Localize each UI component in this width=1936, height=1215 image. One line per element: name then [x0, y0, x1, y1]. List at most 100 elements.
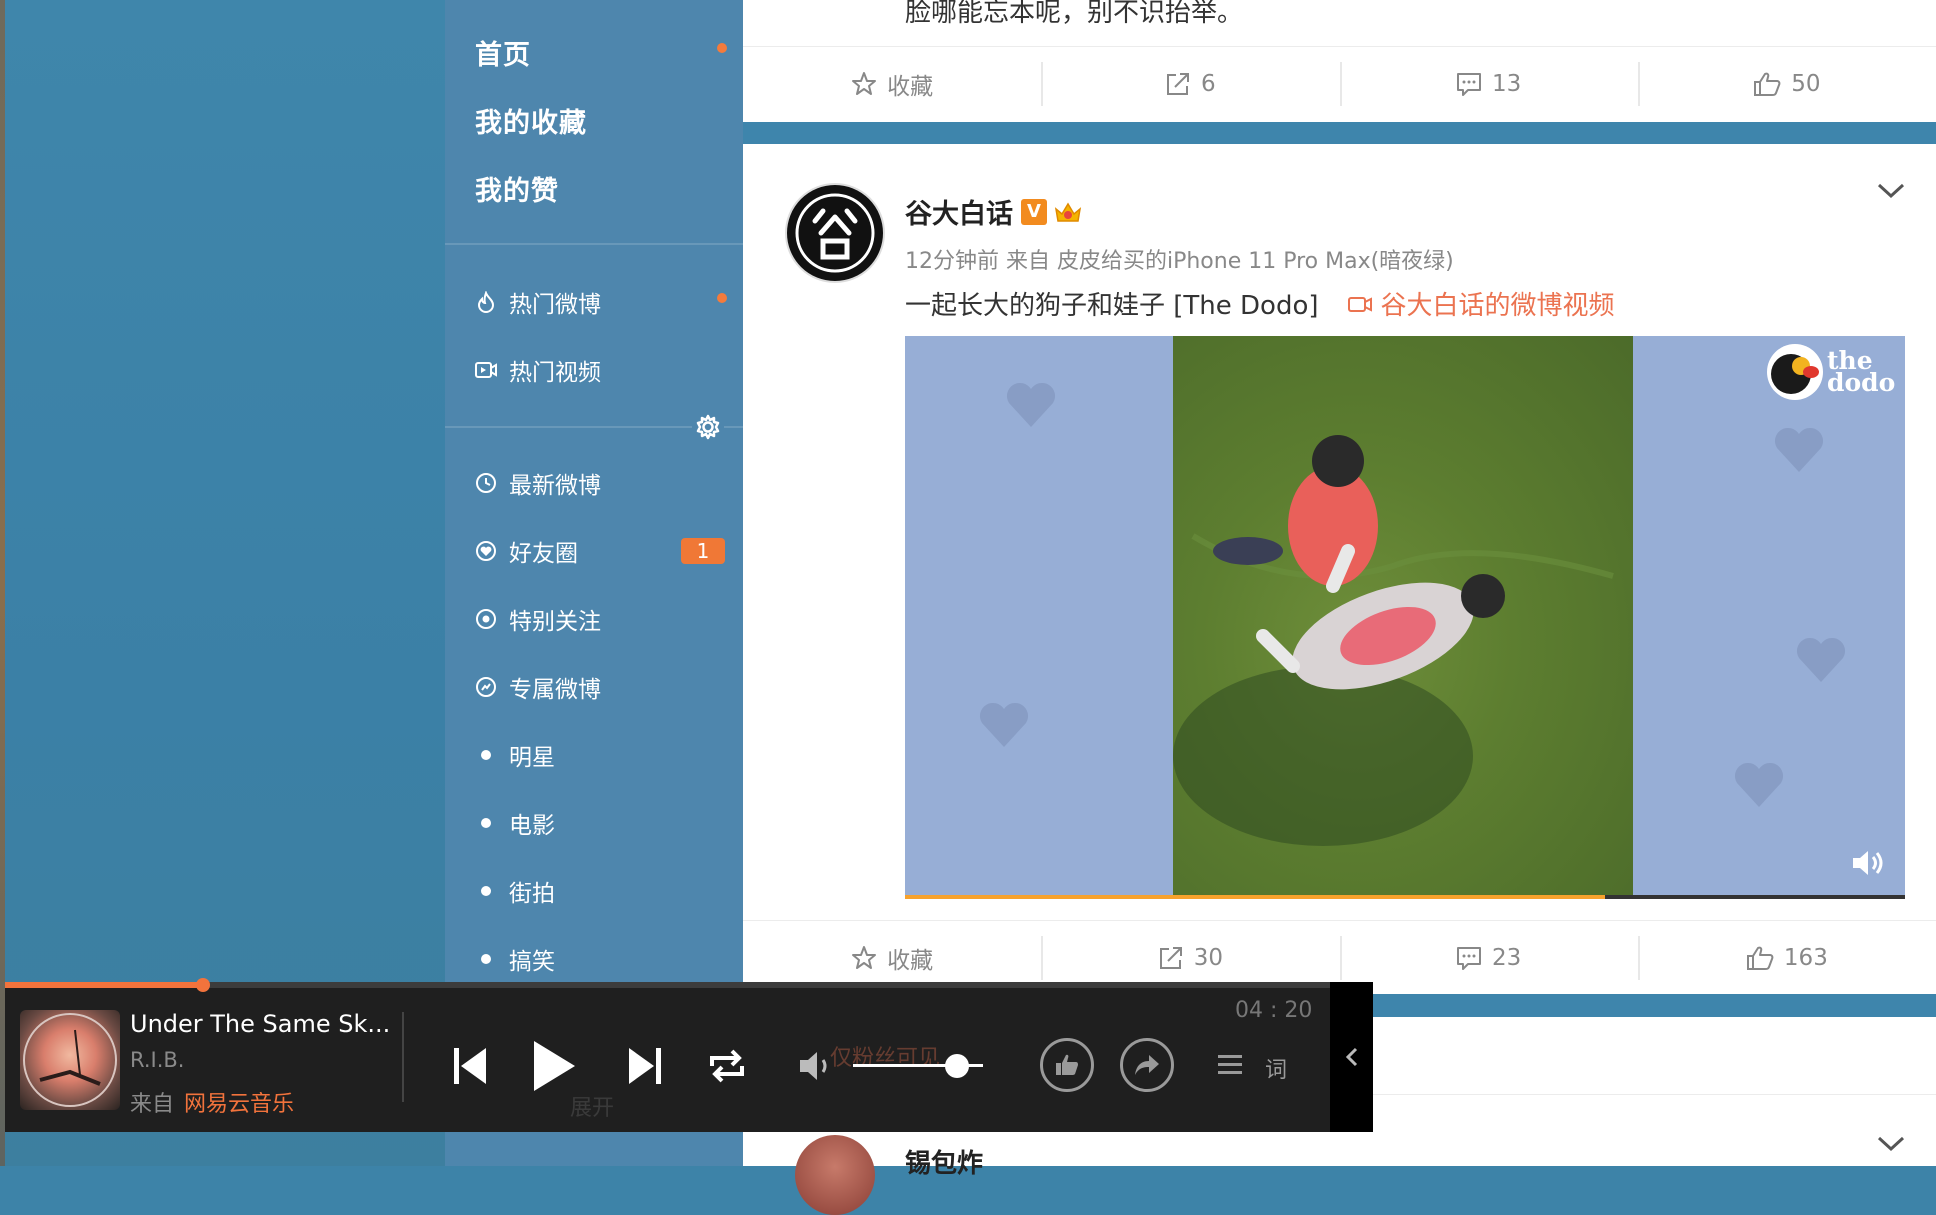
favorite-button[interactable]: 收藏 [743, 46, 1041, 122]
author-name[interactable]: 谷大白话 [905, 192, 1013, 231]
song-progress-knob[interactable] [196, 978, 211, 992]
eye-circle-icon [475, 608, 497, 630]
post-text: 脸哪能忘本呢，别不识抬举。 [905, 0, 1244, 28]
sidebar-item-home[interactable]: 首页 [475, 32, 531, 72]
fans-only-ghost: 仅粉丝可见 [830, 1046, 941, 1071]
post-text: 一起长大的狗子和娃子 [The Dodo] [905, 291, 1319, 321]
sidebar-item-movies[interactable]: 电影 [475, 803, 555, 843]
sidebar-item-label: 热门微博 [509, 292, 601, 318]
previous-icon [454, 1048, 486, 1084]
chevron-down-icon[interactable] [1876, 1135, 1906, 1153]
notification-dot [717, 43, 727, 53]
lyrics-button[interactable]: 词 [1265, 1052, 1287, 1084]
star-icon [852, 946, 877, 969]
play-button[interactable] [530, 1038, 578, 1094]
repost-count: 30 [1193, 945, 1224, 971]
sidebar-item-street[interactable]: 街拍 [475, 871, 555, 911]
sidebar-item-label: 我的赞 [475, 175, 559, 207]
sidebar-item-likes[interactable]: 我的赞 [475, 168, 559, 208]
notification-dot [717, 293, 727, 303]
like-count: 163 [1783, 945, 1828, 971]
post-card: 脸哪能忘本呢，别不识抬举。 收藏 6 13 50 [743, 0, 1936, 122]
album-cover [20, 1010, 120, 1110]
like-count: 50 [1791, 71, 1821, 97]
repost-button[interactable]: 6 [1041, 46, 1339, 122]
author-name[interactable]: 锡包炸 [905, 1143, 983, 1180]
dodo-watermark: the dodo [1765, 342, 1895, 402]
clock-icon [475, 472, 497, 494]
song-progress-track[interactable] [5, 982, 1373, 988]
share-icon [1159, 947, 1182, 969]
song-progress-fill [5, 982, 204, 988]
sidebar-item-exclusive[interactable]: 专属微博 [475, 667, 601, 707]
sidebar-item-label: 明星 [509, 745, 555, 771]
repeat-button[interactable] [705, 1044, 749, 1088]
sidebar-item-funny[interactable]: 搞笑 [475, 939, 555, 979]
chevron-left-icon [1345, 1047, 1357, 1067]
star-icon [852, 72, 877, 95]
like-button[interactable]: 163 [1637, 920, 1936, 996]
comment-count: 23 [1491, 945, 1522, 971]
verified-badge: V [1021, 198, 1047, 225]
sidebar-item-label: 特别关注 [509, 609, 601, 635]
sidebar-item-favorites[interactable]: 我的收藏 [475, 100, 587, 140]
repost-count: 6 [1201, 71, 1216, 97]
share-song-button[interactable] [1120, 1038, 1174, 1092]
collapse-player-button[interactable] [1330, 982, 1373, 1132]
source-app-link[interactable]: 网易云音乐 [184, 1092, 294, 1117]
thumbs-up-icon [1754, 72, 1781, 96]
artist-name: R.I.B. [130, 1048, 185, 1072]
favorite-label: 收藏 [887, 74, 934, 100]
comment-button[interactable]: 23 [1339, 920, 1638, 996]
sidebar-item-special[interactable]: 特别关注 [475, 599, 601, 639]
comment-button[interactable]: 13 [1339, 46, 1638, 122]
sidebar-item-label: 专属微博 [509, 677, 601, 703]
divider [445, 243, 743, 245]
video-camera-icon [1347, 296, 1372, 312]
author-name-row: 谷大白话 V [905, 192, 1083, 231]
bullet-icon [481, 886, 491, 896]
heart-decoration [1006, 382, 1056, 427]
sidebar-item-hot-weibo[interactable]: 热门微博 [475, 282, 601, 322]
previous-button[interactable] [450, 1044, 490, 1088]
video-icon [475, 359, 497, 381]
thumbs-up-icon [1746, 946, 1774, 970]
speaker-icon [800, 1052, 827, 1080]
sidebar-item-label: 我的收藏 [475, 107, 587, 139]
sidebar-item-friends[interactable]: 好友圈 [475, 531, 578, 571]
mute-button[interactable] [797, 1048, 837, 1084]
heart-circle-icon [475, 540, 497, 562]
playback-time: 04 : 20 [1235, 998, 1313, 1023]
volume-slider-knob[interactable] [945, 1054, 969, 1078]
divider [402, 1012, 404, 1102]
sidebar-item-hot-video[interactable]: 热门视频 [475, 350, 601, 390]
playlist-button[interactable] [1217, 1052, 1243, 1078]
share-arrow-icon [1135, 1055, 1159, 1075]
repeat-icon [710, 1049, 744, 1083]
sidebar-item-latest[interactable]: 最新微博 [475, 463, 601, 503]
favorite-label: 收藏 [887, 948, 934, 974]
sidebar-item-label: 搞笑 [509, 949, 555, 975]
like-song-button[interactable] [1040, 1038, 1094, 1092]
volume-icon[interactable] [1851, 848, 1887, 878]
next-button[interactable] [625, 1044, 665, 1088]
post-card: 谷大白话 V 12分钟前 来自 皮皮给买的iPhone 11 Pro Max(暗… [743, 144, 1936, 994]
sidebar-item-stars[interactable]: 明星 [475, 735, 555, 775]
unread-badge: 1 [681, 538, 725, 564]
video-frame [1173, 336, 1633, 895]
avatar[interactable] [795, 1135, 875, 1215]
gear-icon[interactable] [692, 411, 724, 443]
video-player[interactable]: the dodo [905, 336, 1905, 899]
list-icon [1218, 1055, 1242, 1074]
video-link-label: 谷大白话的微博视频 [1380, 291, 1615, 321]
like-button[interactable]: 50 [1637, 46, 1936, 122]
share-icon [1167, 73, 1190, 95]
crown-icon [1053, 199, 1083, 225]
chevron-down-icon[interactable] [1876, 182, 1906, 200]
song-title: Under The Same Sk... [130, 1010, 391, 1038]
expand-ghost: 展开 [570, 1096, 615, 1121]
bullet-icon [481, 954, 491, 964]
comment-count: 13 [1491, 71, 1522, 97]
avatar[interactable] [785, 183, 885, 283]
video-link[interactable]: 谷大白话的微博视频 [1347, 285, 1615, 322]
